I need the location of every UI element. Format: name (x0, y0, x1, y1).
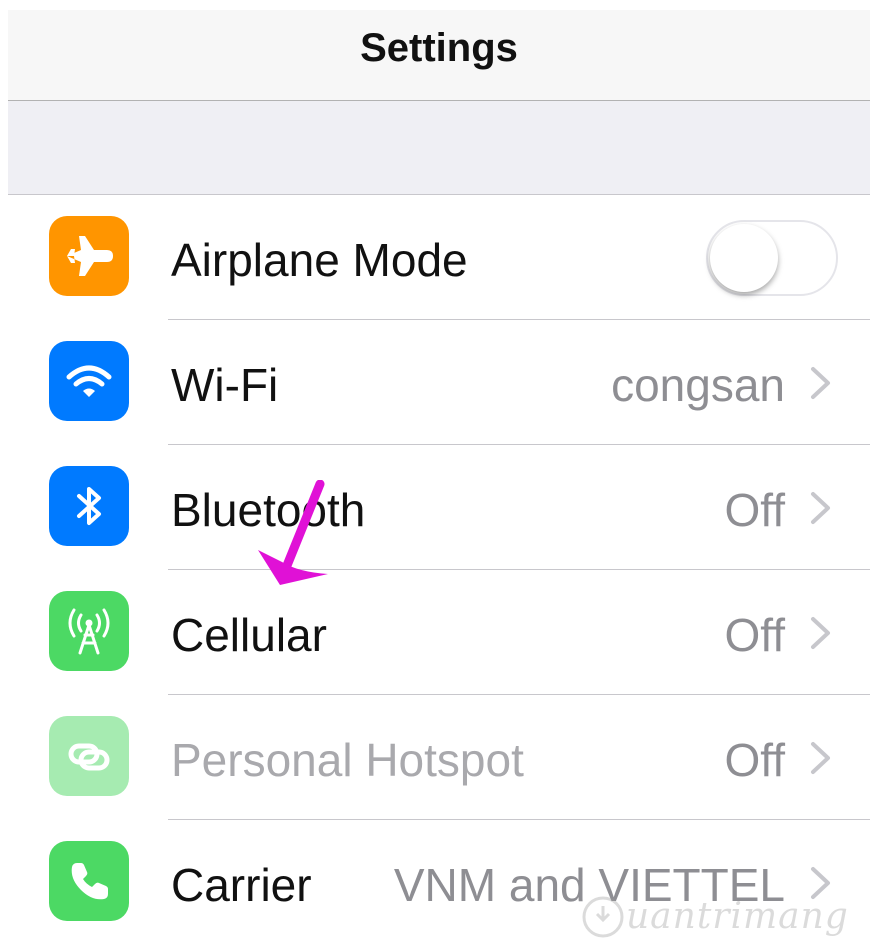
settings-row-cellular[interactable]: Cellular Off (8, 570, 870, 695)
settings-row-value: Off (724, 609, 785, 661)
airplane-icon (49, 216, 129, 296)
chevron-right-icon (811, 367, 830, 399)
settings-row-value: Off (724, 734, 785, 786)
settings-row-personal-hotspot[interactable]: Personal Hotspot Off (8, 695, 870, 820)
settings-list: Airplane Mode Wi-Fi congsan Bluetooth Of… (8, 195, 870, 945)
watermark: uantrimang (580, 888, 849, 945)
settings-row-label: Cellular (171, 609, 327, 661)
wifi-icon (49, 341, 129, 421)
watermark-text: uantrimang (626, 896, 849, 937)
hotspot-link-icon (49, 716, 129, 796)
settings-row-value: Off (724, 484, 785, 536)
navigation-bar: Settings (8, 10, 870, 101)
airplane-mode-toggle[interactable] (706, 220, 838, 296)
cellular-antenna-icon (49, 591, 129, 671)
toggle-knob (710, 224, 778, 292)
annotation-arrow-icon (258, 480, 328, 585)
page-title: Settings (360, 26, 518, 70)
settings-row-value: congsan (611, 359, 785, 411)
settings-row-label: Wi-Fi (171, 359, 279, 411)
chevron-right-icon (811, 492, 830, 524)
watermark-logo-icon (582, 896, 624, 937)
group-header-spacer (8, 101, 870, 195)
settings-row-label: Personal Hotspot (171, 734, 524, 786)
settings-row-airplane-mode[interactable]: Airplane Mode (8, 195, 870, 320)
settings-row-label: Carrier (171, 859, 312, 911)
chevron-right-icon (811, 742, 830, 774)
settings-row-label: Airplane Mode (171, 234, 468, 286)
bluetooth-icon (49, 466, 129, 546)
chevron-right-icon (811, 617, 830, 649)
settings-screen: Settings Airplane Mode Wi-Fi congsan Blu… (0, 0, 870, 945)
phone-icon (49, 841, 129, 921)
settings-row-bluetooth[interactable]: Bluetooth Off (8, 445, 870, 570)
settings-row-wifi[interactable]: Wi-Fi congsan (8, 320, 870, 445)
